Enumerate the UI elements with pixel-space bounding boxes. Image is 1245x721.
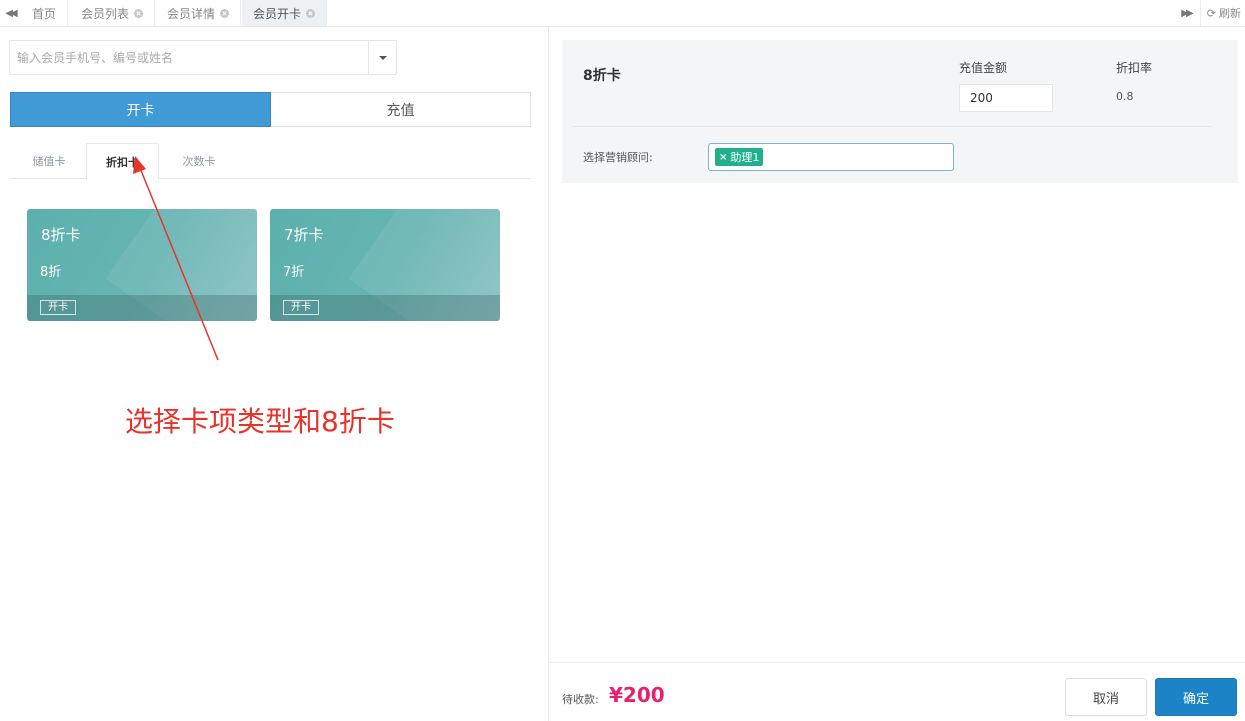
amount-due-value: ¥200	[609, 683, 665, 707]
card-detail-panel: 8折卡 充值金额 200 折扣率 0.8 选择营销顾问: × 助理1	[562, 40, 1238, 183]
cancel-button[interactable]: 取消	[1065, 678, 1147, 716]
tab-discount-card[interactable]: 折扣卡	[86, 143, 159, 180]
card-7-discount[interactable]: 7折卡 7折 开卡	[270, 209, 500, 321]
recharge-amount-value: 200	[970, 91, 993, 105]
mode-switch: 开卡 充值	[10, 92, 531, 127]
panel-divider	[548, 27, 549, 721]
open-card-button[interactable]: 开卡	[283, 300, 319, 315]
recharge-amount-input[interactable]: 200	[959, 84, 1053, 112]
tab-label: 首页	[32, 6, 57, 21]
amount-due-label: 待收款:	[562, 693, 599, 706]
dropdown-toggle[interactable]	[368, 41, 396, 74]
card-footer: 开卡	[27, 295, 257, 321]
tab-label: 会员列表	[81, 6, 130, 21]
checkout-bar: 待收款: ¥200 取消 确定	[549, 662, 1245, 721]
tab-member-detail[interactable]: 会员详情	[156, 0, 242, 26]
annotation-text: 选择卡项类型和8折卡	[125, 405, 395, 438]
discount-rate-value: 0.8	[1116, 90, 1134, 103]
close-icon[interactable]	[220, 8, 230, 18]
tab-bar: ◀◀ 首页 会员列表 会员详情 会员开卡 ▶▶ ⟳ 刷新	[0, 0, 1245, 27]
card-footer: 开卡	[270, 295, 500, 321]
card-name: 7折卡	[284, 226, 324, 244]
tab-stored-value-card[interactable]: 储值卡	[13, 143, 85, 179]
recharge-amount-label: 充值金额	[959, 61, 1008, 75]
card-discount: 7折	[283, 265, 305, 280]
close-icon[interactable]	[306, 8, 316, 18]
advisor-multiselect[interactable]: × 助理1	[708, 143, 954, 171]
open-card-tab[interactable]: 开卡	[10, 92, 271, 127]
member-search-select[interactable]	[9, 40, 397, 75]
card-8-discount[interactable]: 8折卡 8折 开卡	[27, 209, 257, 321]
close-icon[interactable]	[134, 8, 144, 18]
tab-label: 会员详情	[167, 6, 216, 21]
advisor-label: 选择营销顾问:	[583, 151, 653, 164]
divider	[572, 126, 1212, 127]
discount-rate-label: 折扣率	[1116, 61, 1153, 75]
confirm-button[interactable]: 确定	[1155, 678, 1237, 716]
advisor-chip-label: 助理1	[730, 151, 760, 164]
member-search-input[interactable]	[10, 41, 368, 74]
card-type-tabs: 储值卡 折扣卡 次数卡	[10, 143, 531, 180]
tab-member-open-card[interactable]: 会员开卡	[242, 0, 328, 26]
tab-label: 会员开卡	[253, 6, 302, 21]
recharge-tab[interactable]: 充值	[271, 92, 531, 127]
card-name: 8折卡	[41, 226, 81, 244]
remove-icon[interactable]: ×	[719, 152, 727, 163]
refresh-button[interactable]: ⟳ 刷新	[1199, 0, 1245, 26]
refresh-label: 刷新	[1219, 7, 1241, 20]
selected-card-title: 8折卡	[583, 68, 621, 84]
card-discount: 8折	[40, 265, 62, 280]
chevron-down-icon	[378, 55, 387, 60]
tab-home[interactable]: 首页	[21, 0, 69, 26]
open-card-button[interactable]: 开卡	[40, 300, 76, 315]
refresh-icon: ⟳	[1206, 6, 1216, 20]
scroll-left-icon[interactable]: ◀◀	[0, 0, 20, 26]
tab-count-card[interactable]: 次数卡	[162, 143, 236, 179]
scroll-right-icon[interactable]: ▶▶	[1176, 0, 1196, 26]
advisor-chip: × 助理1	[715, 148, 764, 166]
tab-member-list[interactable]: 会员列表	[70, 0, 156, 26]
